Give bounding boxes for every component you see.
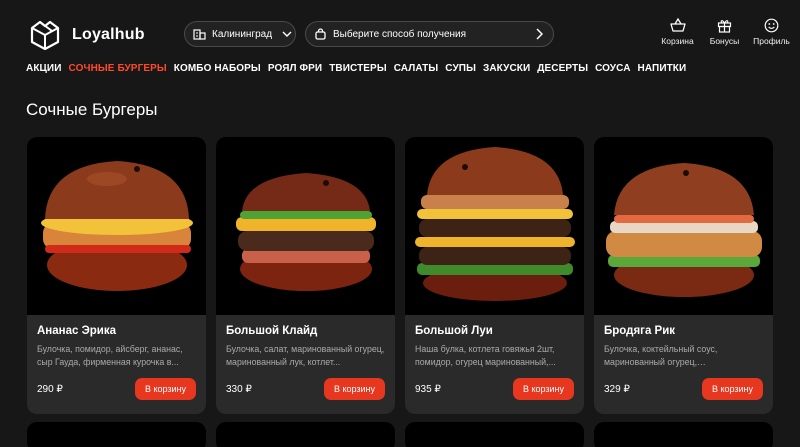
product-grid: Ананас Эрика Булочка, помидор, айсберг, … — [27, 137, 773, 414]
nav-item-drinks[interactable]: НАПИТКИ — [638, 63, 687, 74]
product-card-placeholder — [594, 422, 773, 447]
logo-icon — [30, 20, 60, 50]
product-image — [216, 137, 395, 315]
delivery-method-selector[interactable]: Выберите способ получения — [305, 21, 554, 47]
nav-item-twisters[interactable]: ТВИСТЕРЫ — [329, 63, 387, 74]
profile-label: Профиль — [753, 36, 790, 46]
product-name: Бродяга Рик — [604, 325, 676, 337]
gift-icon — [717, 20, 732, 33]
product-name: Большой Клайд — [226, 325, 318, 337]
basket-icon — [669, 18, 686, 32]
add-to-cart-button[interactable]: В корзину — [702, 378, 763, 400]
product-card[interactable]: Большой Клайд Булочка, салат, маринованн… — [216, 137, 395, 414]
add-to-cart-button[interactable]: В корзину — [513, 378, 574, 400]
section-title: Сочные Бургеры — [26, 100, 158, 119]
product-description: Булочка, помидор, айсберг, ананас, сыр Г… — [37, 344, 183, 367]
delivery-placeholder: Выберите способ получения — [333, 28, 467, 40]
nav-item-sauces[interactable]: СОУСА — [595, 63, 630, 74]
product-name: Ананас Эрика — [37, 325, 117, 337]
nav-item-snacks[interactable]: ЗАКУСКИ — [483, 63, 530, 74]
product-card-placeholder — [27, 422, 206, 447]
bonuses-button[interactable]: Бонусы — [706, 18, 743, 46]
nav-item-burgers[interactable]: СОЧНЫЕ БУРГЕРЫ — [69, 63, 167, 74]
next-row-preview — [27, 422, 773, 447]
category-nav: АКЦИИ СОЧНЫЕ БУРГЕРЫ КОМБО НАБОРЫ РОЯЛ Ф… — [26, 63, 686, 74]
product-card[interactable]: Большой Луи Наша булка, котлета говяжья … — [405, 137, 584, 414]
nav-item-fries[interactable]: РОЯЛ ФРИ — [268, 63, 322, 74]
bonuses-label: Бонусы — [709, 36, 740, 46]
bag-icon — [315, 28, 326, 40]
add-to-cart-button[interactable]: В корзину — [135, 378, 196, 400]
product-description: Булочка, коктейльный соус, маринованный … — [604, 344, 718, 367]
chevron-down-icon — [282, 31, 292, 37]
product-image — [594, 137, 773, 315]
product-description: Булочка, салат, маринованный огурец, мар… — [226, 344, 385, 367]
cart-button[interactable]: Корзина — [659, 18, 696, 46]
nav-item-soups[interactable]: СУПЫ — [445, 63, 476, 74]
nav-item-desserts[interactable]: ДЕСЕРТЫ — [537, 63, 588, 74]
product-price: 330 ₽ — [226, 384, 252, 395]
nav-item-combo[interactable]: КОМБО НАБОРЫ — [174, 63, 261, 74]
add-to-cart-button[interactable]: В корзину — [324, 378, 385, 400]
city-name: Калининград — [212, 28, 273, 40]
cart-label: Корзина — [661, 36, 694, 46]
product-price: 329 ₽ — [604, 384, 630, 395]
nav-item-promo[interactable]: АКЦИИ — [26, 63, 62, 74]
city-selector[interactable]: Калининград — [184, 21, 296, 47]
building-icon — [193, 29, 206, 40]
product-card[interactable]: Ананас Эрика Булочка, помидор, айсберг, … — [27, 137, 206, 414]
product-price: 290 ₽ — [37, 384, 63, 395]
chevron-right-icon — [536, 28, 543, 40]
product-description: Наша булка, котлета говяжья 2шт, помидор… — [415, 344, 556, 367]
product-name: Большой Луи — [415, 325, 493, 337]
header: Loyalhub Калининград Выберите способ пол… — [0, 0, 800, 60]
profile-button[interactable]: Профиль — [753, 18, 790, 46]
product-card[interactable]: Бродяга Рик Булочка, коктейльный соус, м… — [594, 137, 773, 414]
logo[interactable]: Loyalhub — [26, 20, 145, 50]
header-actions: Корзина Бонусы Профиль — [659, 18, 790, 46]
product-price: 935 ₽ — [415, 384, 441, 395]
smile-icon — [764, 18, 779, 33]
product-card-placeholder — [405, 422, 584, 447]
product-card-placeholder — [216, 422, 395, 447]
nav-item-salads[interactable]: САЛАТЫ — [394, 63, 439, 74]
product-image — [405, 137, 584, 315]
product-image — [27, 137, 206, 315]
brand-name: Loyalhub — [72, 26, 145, 43]
